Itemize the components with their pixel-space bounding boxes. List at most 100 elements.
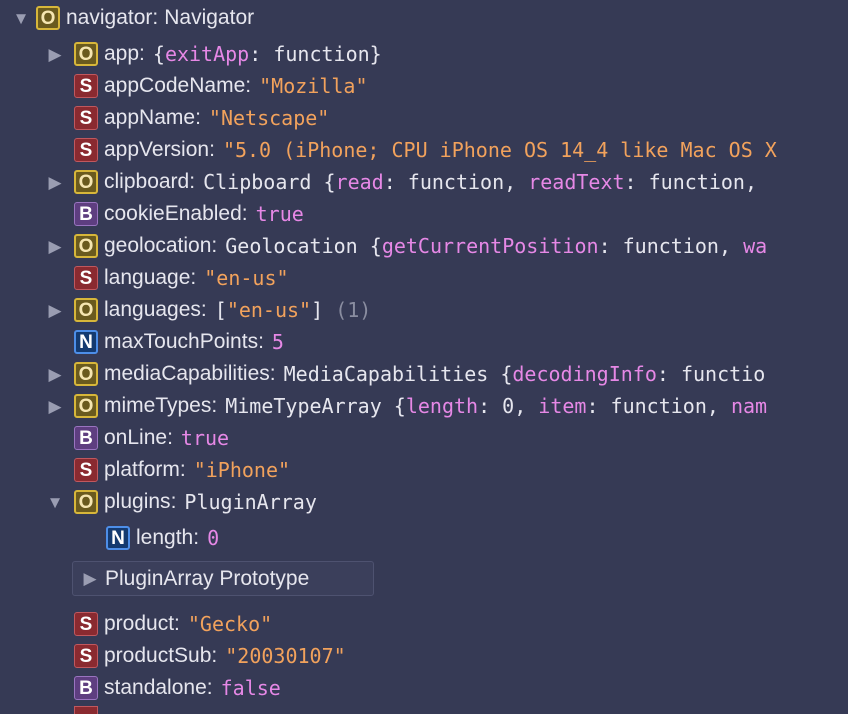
property-value: "en-us" [204,266,288,290]
property-key: appVersion [104,138,210,161]
property-key: plugins [104,490,171,513]
object-type-badge: O [74,298,98,322]
value-segment: item [538,394,587,418]
tree-row-appName[interactable]: SappName: "Netscape" [48,102,329,134]
property-key: clipboard [104,170,190,193]
disclosure-collapsed-icon[interactable]: ▶ [48,46,62,63]
tree-row-language[interactable]: Slanguage: "en-us" [48,262,289,294]
property-value: "20030107" [225,644,345,668]
value-segment: "iPhone" [193,458,291,482]
value-segment: Clipboard { [203,170,336,194]
tree-row-plugins[interactable]: ▼ Oplugins: PluginArray [47,486,317,518]
tree-row-mediaCapabilities[interactable]: ▶ OmediaCapabilities: MediaCapabilities {d… [48,358,765,390]
boolean-type-badge: B [74,426,98,450]
value-segment: : functio [656,362,766,386]
value-segment: : function, [383,170,529,194]
tree-row-app[interactable]: ▶ Oapp: {exitApp: function} [48,38,382,70]
property-value: true [256,202,304,226]
property-key: app [104,42,140,65]
disclosure-expanded-icon[interactable]: ▼ [47,494,64,511]
tree-row-cookieEnabled[interactable]: BcookieEnabled: true [48,198,304,230]
object-type-badge: O [74,394,98,418]
property-value: "Netscape" [209,106,329,130]
tree-row-geolocation[interactable]: ▶ Ogeolocation: Geolocation {getCurrentPos… [48,230,767,262]
property-value: PluginArray [184,490,316,514]
tree-row-mimeTypes[interactable]: ▶ OmimeTypes: MimeTypeArray {length: 0, it… [48,390,767,422]
value-segment: : function} [249,42,382,66]
disclosure-collapsed-icon[interactable]: ▶ [48,302,62,319]
property-key: language [104,266,191,289]
prototype-toggle[interactable]: ▶ PluginArray Prototype [72,561,374,596]
property-value: "Gecko" [188,612,272,636]
value-segment: "Gecko" [187,612,273,636]
value-segment: 5 [271,330,284,354]
property-key: languages [104,298,201,321]
tree-row-languages[interactable]: ▶ Olanguages: ["en-us"] (1) [48,294,371,326]
value-segment: true [255,202,304,226]
value-segment: "5.0 (iPhone; CPU iPhone OS 14_4 like Ma… [222,138,777,162]
string-type-badge: S [74,106,98,130]
tree-row-clipboard[interactable]: ▶ Oclipboard: Clipboard {read: function, r… [48,166,757,198]
string-type-badge: S [74,74,98,98]
tree-row-platform[interactable]: Splatform: "iPhone" [48,454,290,486]
disclosure-collapsed-icon[interactable]: ▶ [48,238,62,255]
property-key: appCodeName [104,74,246,97]
property-value: Clipboard {read: function, readText: fun… [203,170,757,194]
tree-row-onLine[interactable]: BonLine: true [48,422,229,454]
object-type-badge: O [74,490,98,514]
value-segment: "20030107" [225,644,346,668]
value-segment: getCurrentPosition [381,234,599,258]
string-type-badge: S [74,266,98,290]
number-type-badge: N [106,526,130,550]
property-value: {exitApp: function} [153,42,382,66]
property-key: mediaCapabilities [104,362,270,385]
value-segment: (1) [335,298,372,322]
property-value: "Mozilla" [259,74,367,98]
value-segment: "en-us" [204,266,289,290]
tree-row-maxTouchPoints[interactable]: NmaxTouchPoints:5 [48,326,284,358]
value-segment: read [335,170,384,194]
tree-row-standalone[interactable]: Bstandalone: false [48,672,281,704]
object-type-badge: O [74,170,98,194]
property-value: "5.0 (iPhone; CPU iPhone OS 14_4 like Ma… [223,138,777,162]
property-value: "iPhone" [194,458,290,482]
number-type-badge: N [74,330,98,354]
tree-row-productSub[interactable]: SproductSub: "20030107" [48,640,346,672]
tree-row-product[interactable]: Sproduct: "Gecko" [48,608,272,640]
value-segment: "en-us" [226,298,312,322]
tree-row-appCodeName[interactable]: SappCodeName: "Mozilla" [48,70,367,102]
disclosure-collapsed-icon[interactable]: ▶ [48,366,62,383]
boolean-type-badge: B [74,202,98,226]
property-value: false [221,676,281,700]
string-type-badge: S [74,612,98,636]
property-key: cookieEnabled [104,202,242,225]
property-value: MediaCapabilities {decodingInfo: functio [284,362,766,386]
string-type-badge: S [74,644,98,668]
value-segment: "Mozilla" [259,74,368,98]
disclosure-collapsed-icon[interactable]: ▶ [48,398,62,415]
disclosure-expanded-icon[interactable]: ▼ [13,10,30,27]
tree-row-appVersion[interactable]: SappVersion: "5.0 (iPhone; CPU iPhone OS … [48,134,777,166]
object-type-badge: O [74,234,98,258]
tree-row-length[interactable]: N length: 0 [106,522,219,554]
property-value: 5 [272,330,284,354]
value-segment: length [405,394,479,418]
disclosure-collapsed-icon[interactable]: ▶ [48,174,62,191]
tree-row-navigator[interactable]: ▼ O navigator: Navigator [13,2,254,34]
value-segment: false [220,676,281,700]
value-segment: "Netscape" [208,106,330,130]
property-value: true [181,426,229,450]
value-segment: [ [214,298,227,322]
disclosure-collapsed-icon[interactable]: ▶ [83,570,97,587]
property-value: 0 [207,526,220,550]
